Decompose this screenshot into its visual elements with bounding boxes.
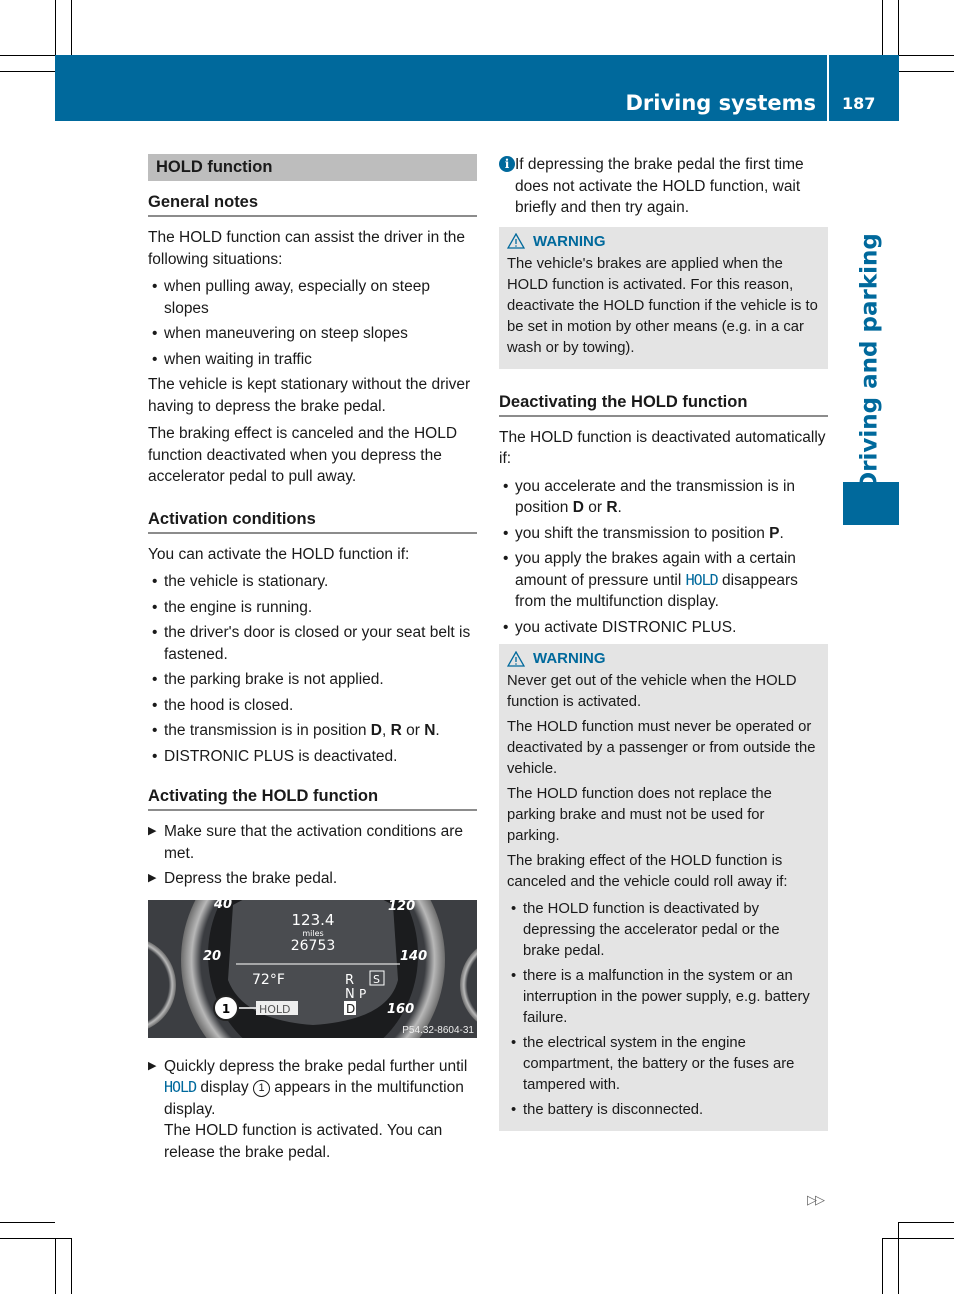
crop-mark <box>0 1222 55 1223</box>
hold-display-text: HOLD <box>164 1078 197 1096</box>
warning-text: Never get out of the vehicle when the HO… <box>507 673 797 710</box>
list-item: the transmission is in position D, R or … <box>148 720 477 742</box>
paragraph: The vehicle is kept stationary without t… <box>148 376 471 415</box>
bullet-list: the vehicle is stationary. the engine is… <box>148 571 477 767</box>
list-item: when maneuvering on steep slopes <box>148 323 477 345</box>
speed-tick: 160 <box>387 1002 414 1017</box>
subheading-deactivating: Deactivating the HOLD function <box>499 391 828 417</box>
outside-temp: 72°F <box>252 972 285 988</box>
speed-tick: 40 <box>213 900 232 912</box>
hold-display-text: HOLD <box>685 570 719 589</box>
step-result: The HOLD function is activated. You can … <box>164 1122 443 1161</box>
warning-text: The HOLD function must never be operated… <box>507 719 816 777</box>
crop-mark <box>898 71 954 72</box>
list-item: the engine is running. <box>148 597 477 619</box>
paragraph: The braking effect is canceled and the H… <box>148 425 458 485</box>
paragraph: The HOLD function can assist the driver … <box>148 229 466 268</box>
warning-text: The braking effect of the HOLD function … <box>507 853 788 890</box>
callout-reference: 1 <box>253 1080 270 1097</box>
warning-triangle-icon <box>507 650 525 667</box>
crop-mark <box>0 55 55 56</box>
warning-box: WARNING The vehicle's brakes are applied… <box>499 226 828 369</box>
speed-tick: 20 <box>203 949 221 964</box>
crop-mark <box>898 55 954 56</box>
crop-mark <box>0 1238 71 1239</box>
list-item: the parking brake is not applied. <box>148 669 477 691</box>
s-mode-badge: S <box>373 973 380 986</box>
list-item: you shift the transmission to position P… <box>499 523 828 545</box>
list-item: the electrical system in the engine comp… <box>507 1033 820 1096</box>
gear-p: P <box>359 987 366 1001</box>
crop-mark <box>898 1222 899 1294</box>
crop-mark <box>882 1238 883 1294</box>
subheading-activation-conditions: Activation conditions <box>148 508 477 534</box>
hold-indicator-label: HOLD <box>259 1003 291 1016</box>
list-item: you apply the brakes again with a certai… <box>499 548 828 613</box>
gear-n: N <box>345 987 355 1002</box>
crop-mark <box>71 1238 72 1294</box>
paragraph: The HOLD function is deactivated automat… <box>499 428 826 468</box>
warning-triangle-icon <box>507 233 525 249</box>
speed-tick: 120 <box>388 900 415 914</box>
subheading-activating: Activating the HOLD function <box>148 785 477 811</box>
paragraph: You can activate the HOLD function if: <box>148 545 410 563</box>
subheading-general-notes: General notes <box>148 191 477 217</box>
crop-mark <box>898 1222 954 1223</box>
list-item: the battery is disconnected. <box>507 1100 820 1121</box>
list-item: the vehicle is stationary. <box>148 571 477 593</box>
crop-mark <box>55 1238 56 1294</box>
left-column: HOLD function General notes The HOLD fun… <box>148 154 477 1167</box>
gear-r: R <box>345 973 354 988</box>
continued-marker-icon: ▷▷ <box>807 1192 825 1207</box>
section-heading: HOLD function <box>148 154 477 181</box>
warning-title: WARNING <box>507 231 820 252</box>
list-item: when waiting in traffic <box>148 349 477 371</box>
warning-text: The vehicle's brakes are applied when th… <box>507 255 818 356</box>
bullet-list: the HOLD function is deactivated by depr… <box>507 899 820 1121</box>
crop-mark <box>882 0 883 55</box>
info-icon: i <box>499 156 515 172</box>
bullet-list: when pulling away, especially on steep s… <box>148 276 477 370</box>
instruction-step: Make sure that the activation conditions… <box>148 821 477 864</box>
instrument-cluster-graphic: 123.4 miles 26753 72°F R S N P D HOLD 1 … <box>148 899 477 1038</box>
list-item: the driver's door is closed or your seat… <box>148 622 477 665</box>
list-item: when pulling away, especially on steep s… <box>148 276 477 319</box>
list-item: you accelerate and the transmission is i… <box>499 476 828 519</box>
instruction-step: Quickly depress the brake pedal further … <box>148 1056 477 1164</box>
list-item: there is a malfunction in the system or … <box>507 966 820 1029</box>
list-item: DISTRONIC PLUS is deactivated. <box>148 746 477 768</box>
odometer-reading: 26753 <box>291 938 336 954</box>
page-number: 187 <box>842 94 876 113</box>
bullet-list: you accelerate and the transmission is i… <box>499 476 828 639</box>
crop-mark <box>882 1238 954 1239</box>
chapter-tab-label: Driving and parking <box>856 233 883 491</box>
chapter-tab-marker[interactable] <box>843 482 899 525</box>
warning-title: WARNING <box>507 648 820 669</box>
image-code: P54.32-8604-31 <box>402 1025 474 1036</box>
list-item: you activate DISTRONIC PLUS. <box>499 617 828 639</box>
instrument-cluster-image: 123.4 miles 26753 72°F R S N P D HOLD 1 … <box>148 899 477 1038</box>
instruction-step: Depress the brake pedal. <box>148 868 477 890</box>
crop-mark <box>0 71 55 72</box>
info-note: i If depressing the brake pedal the firs… <box>499 154 828 219</box>
warning-box: WARNING Never get out of the vehicle whe… <box>499 644 828 1131</box>
callout-number: 1 <box>222 1002 230 1016</box>
right-column: i If depressing the brake pedal the firs… <box>499 154 828 1149</box>
list-item: the HOLD function is deactivated by depr… <box>507 899 820 962</box>
section-title: Driving systems <box>625 91 816 115</box>
trip-reading: 123.4 <box>292 911 335 929</box>
list-item: the hood is closed. <box>148 695 477 717</box>
crop-mark <box>55 0 56 55</box>
speed-tick: 140 <box>400 949 427 964</box>
crop-mark <box>71 0 72 55</box>
gear-d: D <box>346 1002 355 1016</box>
warning-text: The HOLD function does not replace the p… <box>507 786 772 844</box>
distance-unit: miles <box>302 929 323 938</box>
